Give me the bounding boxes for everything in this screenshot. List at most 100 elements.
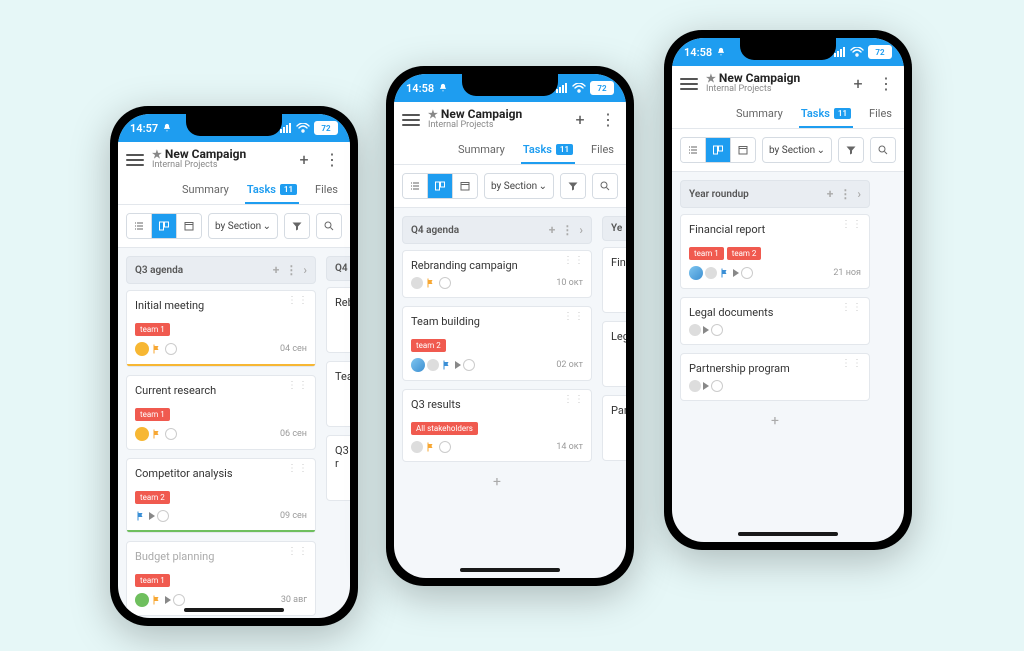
task-card[interactable]: ⋮⋮Budget planningteam 130 авг [126, 541, 316, 616]
title-block[interactable]: ★New CampaignInternal Projects [152, 148, 286, 171]
clock-icon [165, 343, 177, 355]
column-more-icon[interactable]: ⋮ [839, 187, 851, 201]
task-card[interactable]: ⋮⋮Team buildingteam 202 окт [402, 306, 592, 381]
column-add-icon[interactable]: + [827, 187, 834, 201]
list-view-button[interactable] [403, 174, 427, 198]
tab-files[interactable]: Files [313, 177, 340, 204]
list-view-button[interactable] [681, 138, 705, 162]
assignee-placeholder [411, 277, 423, 289]
drag-grip-icon[interactable]: ⋮⋮ [841, 304, 863, 311]
menu-button[interactable] [126, 154, 144, 166]
column-header[interactable]: Q4 agenda+⋮› [402, 216, 592, 244]
calendar-view-button[interactable] [452, 174, 477, 198]
home-indicator [460, 568, 560, 572]
task-card[interactable]: ⋮⋮Current researchteam 106 сен [126, 375, 316, 450]
column-header[interactable]: Q4 [326, 256, 350, 281]
sort-select[interactable]: by Section⌄ [484, 173, 554, 199]
column-more-icon[interactable]: ⋮ [285, 263, 297, 277]
tab-tasks[interactable]: Tasks11 [521, 137, 575, 164]
list-view-button[interactable] [127, 214, 151, 238]
task-date: 09 сен [280, 511, 307, 521]
column-header[interactable]: Ye [602, 216, 626, 241]
search-button[interactable] [593, 174, 617, 198]
task-card[interactable]: ⋮⋮Financial reportteam 1team 221 ноя [680, 214, 870, 289]
task-card[interactable]: ⋮⋮Initial meetingteam 104 сен [126, 290, 316, 367]
task-card[interactable]: ⋮⋮Partnership program [680, 353, 870, 401]
search-button[interactable] [871, 138, 895, 162]
play-icon [733, 269, 739, 277]
calendar-view-button[interactable] [730, 138, 755, 162]
board-column-peek[interactable]: Q4 Rebr Tea Q3 r [326, 256, 350, 618]
kanban-board[interactable]: Q3 agenda+⋮›⋮⋮Initial meetingteam 104 се… [118, 248, 350, 618]
more-button[interactable]: ⋮ [322, 150, 342, 170]
drag-grip-icon[interactable]: ⋮⋮ [287, 465, 309, 472]
board-view-button[interactable] [151, 214, 176, 238]
sort-select[interactable]: by Section⌄ [208, 213, 278, 239]
tab-summary[interactable]: Summary [734, 101, 785, 128]
task-card-peek[interactable]: Part [602, 395, 626, 461]
team-chip: team 1 [689, 247, 724, 260]
board-column-peek[interactable]: Ye Fina Lega Part [602, 216, 626, 494]
flag-icon [151, 343, 163, 355]
board-view-button[interactable] [427, 174, 452, 198]
drag-grip-icon[interactable]: ⋮⋮ [287, 297, 309, 304]
column-header[interactable]: Year roundup+⋮› [680, 180, 870, 208]
task-card-peek[interactable]: Fina [602, 247, 626, 313]
calendar-view-button[interactable] [176, 214, 201, 238]
chevron-right-icon[interactable]: › [579, 223, 583, 237]
more-button[interactable]: ⋮ [598, 110, 618, 130]
drag-grip-icon[interactable]: ⋮⋮ [563, 313, 585, 320]
star-icon[interactable]: ★ [706, 72, 716, 85]
column-add-icon[interactable]: + [273, 263, 280, 277]
task-card[interactable]: ⋮⋮Rebranding campaign10 окт [402, 250, 592, 298]
drag-grip-icon[interactable]: ⋮⋮ [563, 257, 585, 264]
add-task-button[interactable]: + [402, 470, 592, 494]
task-card-peek[interactable]: Q3 r [326, 435, 350, 501]
chevron-right-icon[interactable]: › [303, 263, 307, 277]
chevron-right-icon[interactable]: › [857, 187, 861, 201]
add-button[interactable]: + [848, 74, 868, 94]
search-button[interactable] [317, 214, 341, 238]
kanban-board[interactable]: Year roundup+⋮›⋮⋮Financial reportteam 1t… [672, 172, 904, 441]
drag-grip-icon[interactable]: ⋮⋮ [841, 360, 863, 367]
star-icon[interactable]: ★ [428, 108, 438, 121]
column-more-icon[interactable]: ⋮ [561, 223, 573, 237]
drag-grip-icon[interactable]: ⋮⋮ [287, 382, 309, 389]
bell-icon [716, 47, 726, 57]
play-icon [703, 382, 709, 390]
task-card[interactable]: ⋮⋮Q3 resultsAll stakeholders14 окт [402, 389, 592, 462]
title-block[interactable]: ★New CampaignInternal Projects [428, 108, 562, 131]
add-button[interactable]: + [294, 150, 314, 170]
tab-files[interactable]: Files [867, 101, 894, 128]
column-header[interactable]: Q3 agenda+⋮› [126, 256, 316, 284]
column-add-icon[interactable]: + [549, 223, 556, 237]
star-icon[interactable]: ★ [152, 148, 162, 161]
task-card[interactable]: ⋮⋮Competitor analysisteam 209 сен [126, 458, 316, 533]
add-task-button[interactable]: + [680, 409, 870, 433]
filter-button[interactable] [561, 174, 585, 198]
drag-grip-icon[interactable]: ⋮⋮ [563, 396, 585, 403]
filter-button[interactable] [285, 214, 309, 238]
tab-summary[interactable]: Summary [180, 177, 231, 204]
title-block[interactable]: ★New CampaignInternal Projects [706, 72, 840, 95]
tab-tasks[interactable]: Tasks11 [799, 101, 853, 128]
task-card-peek[interactable]: Tea [326, 361, 350, 427]
view-toolbar: by Section⌄ [394, 165, 626, 208]
task-card-peek[interactable]: Lega [602, 321, 626, 387]
menu-button[interactable] [680, 78, 698, 90]
add-button[interactable]: + [570, 110, 590, 130]
more-button[interactable]: ⋮ [876, 74, 896, 94]
tab-tasks[interactable]: Tasks11 [245, 177, 299, 204]
drag-grip-icon[interactable]: ⋮⋮ [287, 548, 309, 555]
sort-select[interactable]: by Section⌄ [762, 137, 832, 163]
task-card-peek[interactable]: Rebr [326, 287, 350, 353]
board-view-button[interactable] [705, 138, 730, 162]
drag-grip-icon[interactable]: ⋮⋮ [841, 221, 863, 228]
tab-summary[interactable]: Summary [456, 137, 507, 164]
filter-button[interactable] [839, 138, 863, 162]
page-subtitle: Internal Projects [152, 161, 286, 171]
kanban-board[interactable]: Q4 agenda+⋮›⋮⋮Rebranding campaign10 окт⋮… [394, 208, 626, 502]
menu-button[interactable] [402, 114, 420, 126]
task-card[interactable]: ⋮⋮Legal documents [680, 297, 870, 345]
tab-files[interactable]: Files [589, 137, 616, 164]
